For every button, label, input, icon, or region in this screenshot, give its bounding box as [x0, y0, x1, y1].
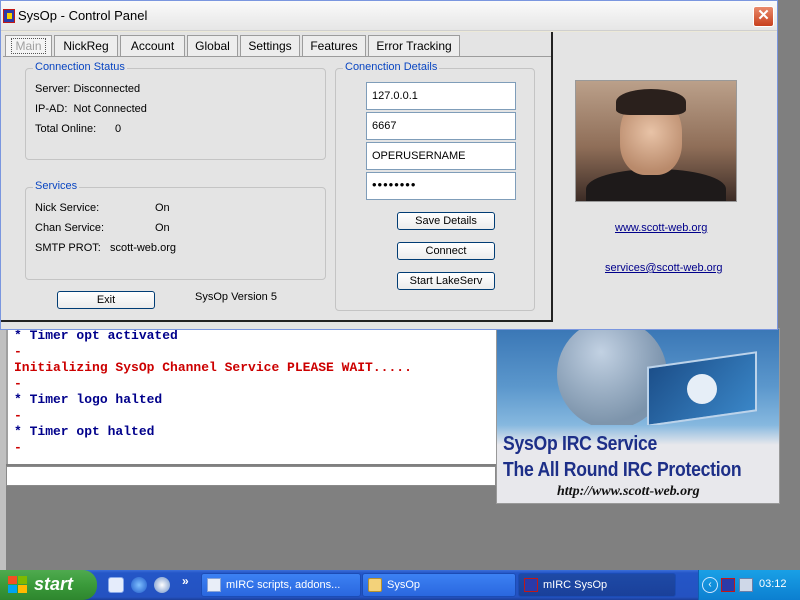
banner-url: http://www.scott-web.org	[557, 484, 700, 499]
port-field[interactable]: 6667	[366, 112, 516, 140]
version-label: SysOp Version 5	[195, 291, 277, 303]
log-line: -	[14, 408, 22, 423]
task-mirc-sysop[interactable]: mIRC SysOp	[518, 573, 676, 597]
window-client-area: Main NickReg Account Global Settings Fea…	[1, 32, 777, 329]
exit-button[interactable]: Exit	[57, 291, 155, 309]
control-panel-window: SysOp - Control Panel ✕ Main NickReg Acc…	[0, 0, 778, 330]
connect-button[interactable]: Connect	[397, 242, 495, 260]
log-line: -	[14, 344, 22, 359]
server-status: Server: Disconnected	[35, 83, 141, 95]
internet-explorer-icon[interactable]	[131, 577, 147, 593]
mirc-tray-icon[interactable]	[721, 578, 735, 592]
mirc-icon	[524, 578, 538, 592]
chan-service-label: Chan Service:	[35, 222, 105, 234]
group-title: Conenction Details	[343, 61, 440, 73]
tab-account[interactable]: Account	[120, 35, 185, 57]
photo-hair	[616, 89, 686, 115]
start-lakeserv-button[interactable]: Start LakeServ	[397, 272, 495, 290]
banner-emblem-icon	[687, 374, 717, 404]
log-line: * Timer logo halted	[14, 392, 163, 407]
group-title: Connection Status	[33, 61, 127, 73]
nick-service-label: Nick Service:	[35, 202, 100, 214]
start-label: start	[34, 574, 74, 594]
host-field[interactable]: 127.0.0.1	[366, 82, 516, 110]
log-line: * Timer opt activated	[14, 328, 178, 343]
log-line: Initializing SysOp Channel Service PLEAS…	[14, 360, 412, 375]
tab-features[interactable]: Features	[302, 35, 366, 57]
network-tray-icon[interactable]	[739, 578, 753, 592]
smtp-prot: SMTP PROT: scott-web.org	[35, 242, 177, 254]
password-field[interactable]: ••••••••	[366, 172, 516, 200]
quick-launch-more-button[interactable]: »	[182, 574, 189, 588]
task-sysop-folder[interactable]: SysOp	[362, 573, 516, 597]
profile-photo	[575, 80, 737, 202]
title-bar[interactable]: SysOp - Control Panel ✕	[1, 1, 777, 31]
show-hidden-icons-button[interactable]: ‹	[702, 577, 718, 593]
task-label: mIRC scripts, addons...	[226, 579, 341, 591]
total-online-label: Total Online:	[35, 123, 97, 135]
app-icon	[3, 9, 15, 23]
start-button[interactable]: start	[0, 570, 97, 600]
media-player-icon[interactable]	[154, 577, 170, 593]
nick-service-value: On	[155, 202, 170, 214]
system-tray: ‹ 03:12	[698, 570, 800, 600]
connection-status-group: Connection Status Server: Disconnected I…	[25, 61, 326, 160]
ip-status: IP-AD: Not Connected	[35, 103, 147, 115]
email-link[interactable]: services@scott-web.org	[605, 262, 723, 274]
task-label: mIRC SysOp	[543, 579, 608, 591]
mirc-command-input[interactable]	[6, 466, 496, 486]
log-line: -	[14, 376, 22, 391]
banner-tagline: The All Round IRC Protection	[503, 459, 742, 481]
username-field[interactable]: OPERUSERNAME	[366, 142, 516, 170]
tab-nickreg[interactable]: NickReg	[54, 35, 118, 57]
clock: 03:12	[759, 578, 787, 590]
close-button[interactable]: ✕	[753, 6, 774, 27]
tab-label: Main	[11, 38, 46, 54]
windows-logo-icon	[8, 576, 28, 594]
connection-details-group: Conenction Details 127.0.0.1 6667 OPERUS…	[335, 61, 535, 311]
task-label: SysOp	[387, 579, 421, 591]
total-online-value: 0	[115, 123, 122, 135]
save-details-button[interactable]: Save Details	[397, 212, 495, 230]
show-desktop-icon[interactable]	[108, 577, 124, 593]
sysop-banner-image: SysOp IRC Service The All Round IRC Prot…	[496, 328, 780, 504]
banner-title: SysOp IRC Service	[503, 433, 657, 455]
tab-main[interactable]: Main	[5, 35, 52, 57]
log-line: -	[14, 440, 22, 455]
chan-service-value: On	[155, 222, 170, 234]
group-title: Services	[33, 180, 80, 192]
browser-window-icon	[207, 578, 221, 592]
website-link[interactable]: www.scott-web.org	[615, 222, 707, 234]
window-title: SysOp - Control Panel	[18, 8, 148, 23]
mirc-chat-log[interactable]: * Timer opt activated - Initializing Sys…	[6, 328, 496, 464]
tab-error-tracking[interactable]: Error Tracking	[368, 35, 460, 57]
main-panel: Main NickReg Account Global Settings Fea…	[1, 32, 553, 322]
taskbar: start » mIRC scripts, addons... SysOp mI…	[0, 570, 800, 600]
log-line: * Timer opt halted	[14, 424, 155, 439]
tab-global[interactable]: Global	[187, 35, 238, 57]
folder-icon	[368, 578, 382, 592]
task-mirc-scripts[interactable]: mIRC scripts, addons...	[201, 573, 361, 597]
tab-settings[interactable]: Settings	[240, 35, 300, 57]
services-group: Services Nick Service: On Chan Service: …	[25, 180, 326, 280]
